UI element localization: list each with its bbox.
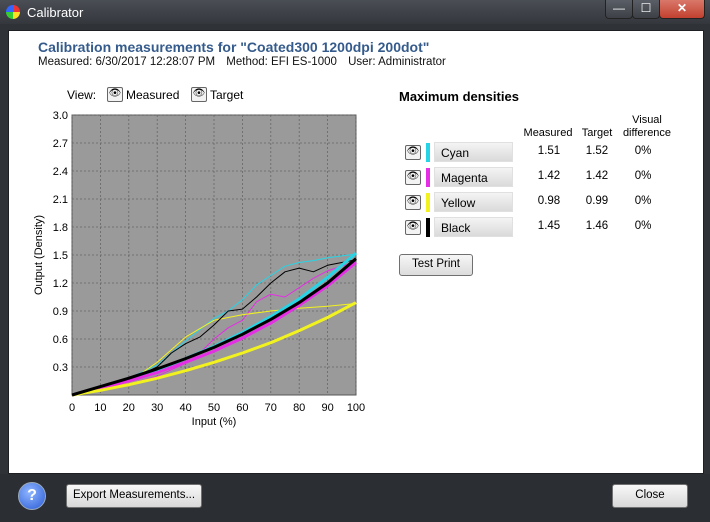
test-print-button[interactable]: Test Print (399, 254, 473, 276)
view-measured-label: Measured (126, 88, 180, 102)
window-title: Calibrator (27, 5, 84, 20)
maximize-button[interactable]: ☐ (632, 0, 660, 19)
window-close-button[interactable]: ✕ (659, 0, 705, 19)
toggle-target-eye-icon[interactable]: 👁 (191, 87, 207, 102)
toggle-ink-eye-icon[interactable]: 👁 (405, 220, 421, 235)
ink-target-value: 1.42 (585, 170, 609, 182)
col-visual-line1: Visual (632, 114, 662, 126)
y-tick-label: 1.2 (53, 278, 68, 290)
toggle-ink-eye-icon[interactable]: 👁 (405, 195, 421, 210)
measurement-method: Method: EFI ES-1000 (226, 56, 337, 68)
toggle-ink-eye-icon[interactable]: 👁 (405, 170, 421, 185)
ink-row-black: 👁 Black 1.45 1.46 0% (405, 216, 685, 238)
ink-measured-value: 1.45 (537, 220, 561, 232)
page-title: Calibration measurements for "Coated300 … (38, 39, 430, 55)
calibration-chart: 0 10 20 30 40 50 60 70 80 90 100 0.3 0.6 0.9 1.2 1.5 1.8… (33, 110, 365, 428)
ink-visual-diff: 0% (634, 195, 652, 207)
col-visual-header: Visual difference (617, 114, 677, 140)
ink-name[interactable]: Magenta (434, 167, 513, 187)
calibrator-app-icon (6, 5, 20, 19)
ink-measured-value: 1.42 (537, 170, 561, 182)
ink-row-magenta: 👁 Magenta 1.42 1.42 0% (405, 166, 685, 188)
ink-color-swatch (426, 193, 430, 212)
x-tick-label: 30 (151, 402, 163, 414)
ink-name[interactable]: Cyan (434, 142, 513, 162)
y-tick-label: 1.5 (53, 250, 68, 262)
export-measurements-button[interactable]: Export Measurements... (66, 484, 202, 508)
ink-measured-value: 1.51 (537, 145, 561, 157)
y-tick-label: 0.6 (53, 334, 68, 346)
calibrator-window: Calibrator — ☐ ✕ Calibration measurement… (0, 0, 710, 522)
ink-name[interactable]: Yellow (434, 192, 513, 212)
col-target-header: Target (581, 127, 613, 139)
main-panel: Calibration measurements for "Coated300 … (8, 30, 704, 474)
measurement-info: Measured: 6/30/2017 12:28:07 PM Method: … (38, 56, 454, 68)
x-tick-label: 80 (293, 402, 305, 414)
measured-date: Measured: 6/30/2017 12:28:07 PM (38, 56, 216, 68)
x-tick-label: 100 (347, 402, 365, 414)
col-measured-header: Measured (523, 127, 573, 139)
ink-row-cyan: 👁 Cyan 1.51 1.52 0% (405, 141, 685, 163)
x-tick-label: 70 (265, 402, 277, 414)
ink-color-swatch (426, 143, 430, 162)
minimize-button[interactable]: — (605, 0, 633, 19)
y-tick-label: 1.8 (53, 222, 68, 234)
close-button[interactable]: Close (612, 484, 688, 508)
y-tick-label: 0.9 (53, 306, 68, 318)
y-axis-label: Output (Density) (33, 215, 45, 295)
ink-name[interactable]: Black (434, 217, 513, 237)
x-tick-label: 40 (179, 402, 191, 414)
toggle-measured-eye-icon[interactable]: 👁 (107, 87, 123, 102)
y-tick-label: 0.3 (53, 362, 68, 374)
x-tick-label: 60 (236, 402, 248, 414)
ink-visual-diff: 0% (634, 220, 652, 232)
x-tick-label: 10 (94, 402, 106, 414)
x-tick-label: 90 (321, 402, 333, 414)
help-icon[interactable]: ? (18, 482, 46, 510)
view-label: View: (67, 88, 97, 102)
ink-target-value: 0.99 (585, 195, 609, 207)
ink-row-yellow: 👁 Yellow 0.98 0.99 0% (405, 191, 685, 213)
ink-color-swatch (426, 168, 430, 187)
ink-target-value: 1.46 (585, 220, 609, 232)
ink-measured-value: 0.98 (537, 195, 561, 207)
toggle-ink-eye-icon[interactable]: 👁 (405, 145, 421, 160)
max-densities-title: Maximum densities (399, 89, 519, 104)
view-target-label: Target (210, 88, 244, 102)
col-visual-line2: difference (622, 127, 672, 139)
x-axis-label: Input (%) (192, 416, 237, 428)
y-tick-label: 2.1 (53, 194, 68, 206)
ink-target-value: 1.52 (585, 145, 609, 157)
x-tick-label: 0 (69, 402, 75, 414)
measurement-user: User: Administrator (348, 56, 446, 68)
y-tick-label: 2.7 (53, 138, 68, 150)
ink-visual-diff: 0% (634, 170, 652, 182)
y-tick-label: 2.4 (53, 166, 68, 178)
x-tick-label: 20 (123, 402, 135, 414)
y-tick-label: 3.0 (53, 110, 68, 122)
x-tick-label: 50 (208, 402, 220, 414)
ink-visual-diff: 0% (634, 145, 652, 157)
title-bar[interactable]: Calibrator — ☐ ✕ (0, 0, 710, 24)
ink-color-swatch (426, 218, 430, 237)
